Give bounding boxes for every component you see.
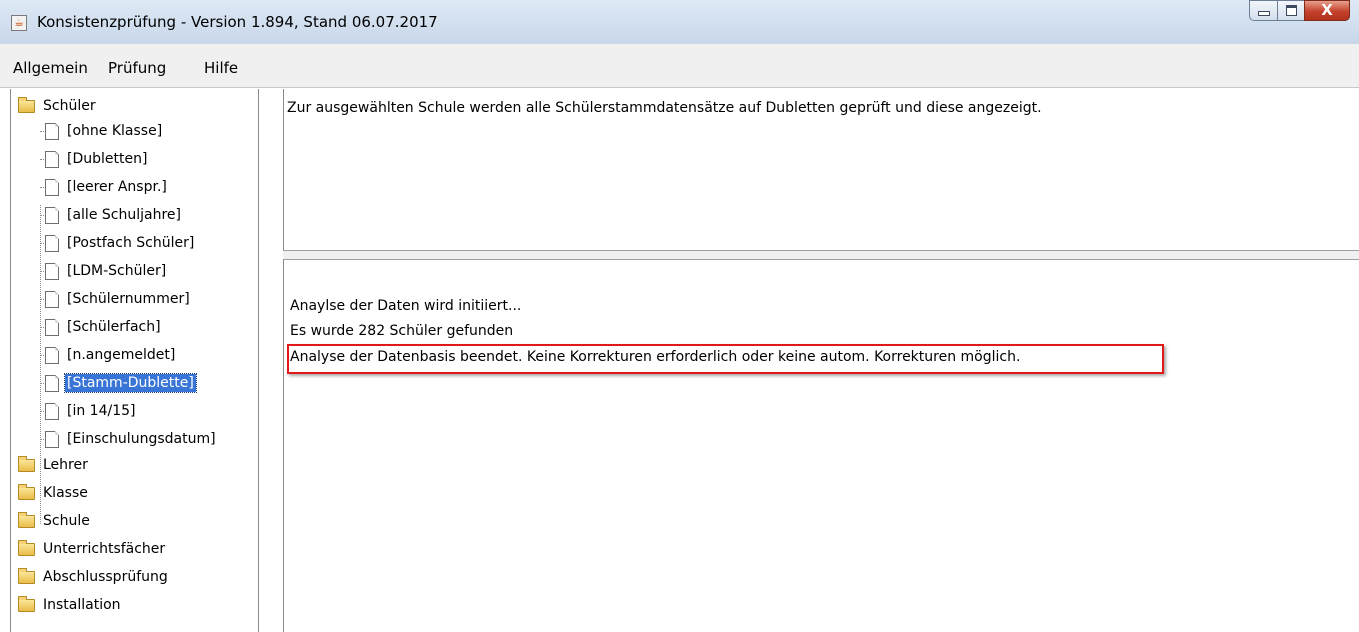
tree-folder-label: Schule — [43, 513, 90, 529]
tree-item-label: [in 14/15] — [67, 403, 136, 419]
tree-folder-label: Installation — [43, 597, 121, 613]
maximize-icon — [1285, 5, 1297, 16]
tree-item-label: [Schülernummer] — [67, 291, 190, 307]
maximize-button[interactable] — [1277, 0, 1305, 21]
highlight-box — [287, 344, 1164, 374]
tree-item-label: [Schülerfach] — [67, 319, 161, 335]
app-icon: ☕ — [11, 15, 27, 31]
document-icon — [45, 374, 59, 392]
tree-item-postfach-schueler[interactable]: [Postfach Schüler] — [45, 230, 196, 256]
folder-icon — [18, 595, 35, 612]
minimize-button[interactable] — [1249, 0, 1278, 21]
tree-item-label: [ohne Klasse] — [67, 123, 163, 139]
tree-item-label: [alle Schuljahre] — [67, 207, 181, 223]
tree-item-label: [Einschulungsdatum] — [67, 431, 216, 447]
folder-icon — [18, 567, 35, 584]
menu-pruefung[interactable]: Prüfung — [108, 59, 166, 77]
log-line: Anaylse der Daten wird initiiert... — [290, 298, 522, 314]
document-icon — [45, 402, 59, 420]
folder-icon — [18, 539, 35, 556]
tree-item-schuelerfach[interactable]: [Schülerfach] — [45, 314, 163, 340]
tree-folder-label: Schüler — [43, 98, 96, 114]
tree-item-ohne-klasse[interactable]: [ohne Klasse] — [45, 118, 164, 144]
minimize-icon — [1257, 11, 1270, 16]
tree-item-schuelernummer[interactable]: [Schülernummer] — [45, 286, 192, 312]
tree-item-einschulungsdatum[interactable]: [Einschulungsdatum] — [45, 426, 218, 452]
document-icon — [45, 178, 59, 196]
folder-icon — [18, 483, 35, 500]
log-line: Es wurde 282 Schüler gefunden — [290, 323, 514, 339]
tree-item-alle-schuljahre[interactable]: [alle Schuljahre] — [45, 202, 183, 228]
splitter[interactable] — [283, 251, 1359, 259]
document-icon — [45, 318, 59, 336]
tree-item-stamm-dublette[interactable]: [Stamm-Dublette] — [45, 370, 197, 396]
menu-allgemein[interactable]: Allgemein — [13, 59, 88, 77]
document-icon — [45, 430, 59, 448]
document-icon — [45, 290, 59, 308]
folder-icon — [18, 96, 35, 113]
tree-folder-label: Lehrer — [43, 457, 88, 473]
tree-folder-schueler[interactable]: Schüler — [18, 93, 98, 119]
document-icon — [45, 122, 59, 140]
tree-folder-label: Unterrichtsfächer — [43, 541, 166, 557]
document-icon — [45, 262, 59, 280]
document-icon — [45, 150, 59, 168]
log-panel: Anaylse der Daten wird initiiert... Es w… — [283, 259, 1359, 632]
tree-folder-schule[interactable]: Schule — [18, 508, 92, 534]
tree-folder-lehrer[interactable]: Lehrer — [18, 452, 90, 478]
tree-item-n-angemeldet[interactable]: [n.angemeldet] — [45, 342, 177, 368]
title-bar[interactable]: ☕ Konsistenzprüfung - Version 1.894, Sta… — [0, 0, 1359, 44]
tree-item-leerer-anspr[interactable]: [leerer Anspr.] — [45, 174, 169, 200]
close-icon: X — [1321, 1, 1333, 19]
tree-item-label: [LDM-Schüler] — [67, 263, 167, 279]
document-icon — [45, 206, 59, 224]
description-panel: Zur ausgewählten Schule werden alle Schü… — [283, 89, 1359, 251]
folder-icon — [18, 511, 35, 528]
close-button[interactable]: X — [1304, 0, 1350, 21]
tree-item-ldm-schueler[interactable]: [LDM-Schüler] — [45, 258, 168, 284]
tree-item-label: [Postfach Schüler] — [67, 235, 195, 251]
tree-folder-unterrichtsfaecher[interactable]: Unterrichtsfächer — [18, 536, 167, 562]
document-icon — [45, 234, 59, 252]
tree-folder-label: Abschlussprüfung — [43, 569, 168, 585]
menu-bar: Allgemein Prüfung Hilfe — [0, 44, 1359, 88]
tree-item-label: [leerer Anspr.] — [67, 179, 167, 195]
menu-hilfe[interactable]: Hilfe — [204, 59, 238, 77]
tree-folder-installation[interactable]: Installation — [18, 592, 123, 618]
tree-item-dubletten[interactable]: [Dubletten] — [45, 146, 149, 172]
tree-folder-abschlusspruefung[interactable]: Abschlussprüfung — [18, 564, 170, 590]
tree-folder-klasse[interactable]: Klasse — [18, 480, 90, 506]
tree-item-label: [n.angemeldet] — [67, 347, 176, 363]
description-text: Zur ausgewählten Schule werden alle Schü… — [287, 100, 1042, 116]
folder-icon — [18, 455, 35, 472]
document-icon — [45, 346, 59, 364]
tree-item-label: [Dubletten] — [67, 151, 148, 167]
tree-item-label-selected: [Stamm-Dublette] — [64, 373, 197, 393]
tree-item-in-14-15[interactable]: [in 14/15] — [45, 398, 137, 424]
tree-folder-label: Klasse — [43, 485, 88, 501]
window-title: Konsistenzprüfung - Version 1.894, Stand… — [37, 13, 438, 31]
navigation-tree: Schüler [ohne Klasse] [Dubletten] [leere… — [10, 89, 259, 632]
